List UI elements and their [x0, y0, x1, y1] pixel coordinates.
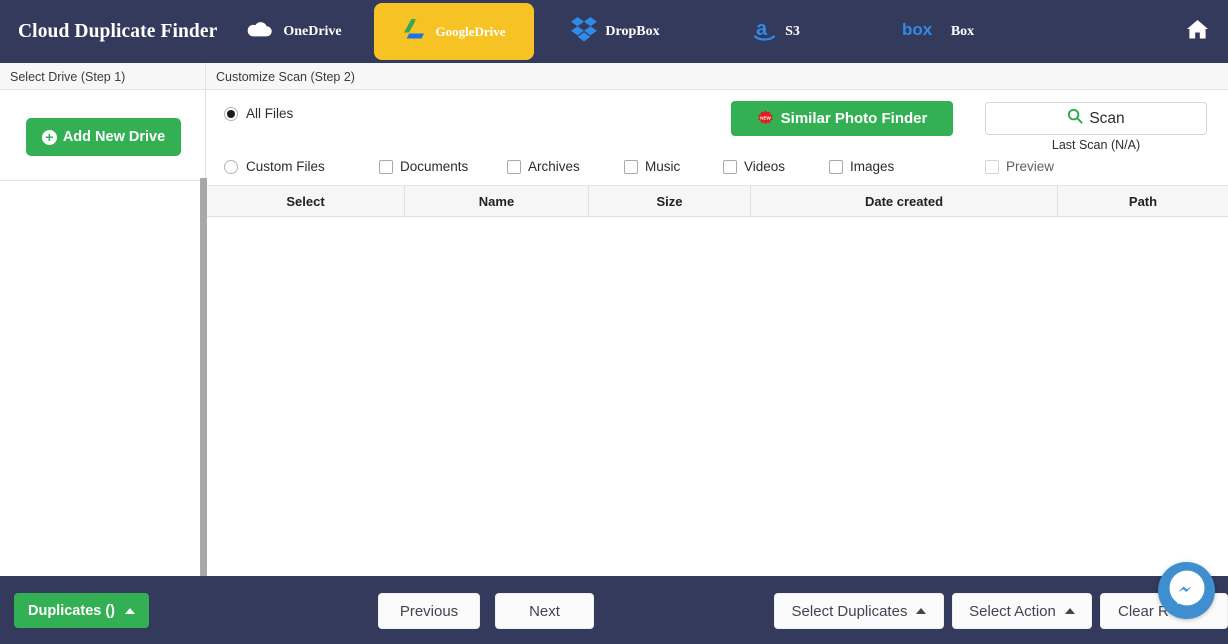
checkbox-documents[interactable]: Documents [379, 159, 468, 174]
cloud-provider-tabs: OneDrive GoogleDrive DropBox a S3 box Bo… [214, 0, 1020, 63]
select-duplicates-label: Select Duplicates [791, 602, 908, 620]
panel-divider [0, 180, 206, 181]
tab-box[interactable]: box Box [856, 4, 1020, 59]
dropbox-box-icon [570, 16, 598, 47]
amazon-a-icon: a [752, 16, 778, 47]
top-navigation-bar: Cloud Duplicate Finder OneDrive GoogleDr… [0, 0, 1228, 63]
checkbox-archives[interactable]: Archives [507, 159, 580, 174]
column-header-size[interactable]: Size [589, 186, 751, 217]
select-action-label: Select Action [969, 602, 1056, 620]
checkbox-videos-label: Videos [744, 159, 786, 174]
box-logo-icon: box [902, 19, 944, 44]
step-header-bar: Select Drive (Step 1) Customize Scan (St… [0, 63, 1228, 90]
scan-pane: All Files Custom Files Documents Archive… [207, 90, 1228, 576]
checkbox-preview-box[interactable] [985, 159, 999, 174]
last-scan-status: Last Scan (N/A) [1051, 138, 1141, 152]
plus-circle-icon: + [41, 129, 57, 145]
add-new-drive-button[interactable]: + Add New Drive [26, 118, 181, 156]
svg-text:a: a [756, 18, 768, 40]
caret-up-icon [1064, 608, 1075, 614]
checkbox-videos-box[interactable] [723, 159, 737, 174]
checkbox-images-label: Images [850, 159, 895, 174]
checkbox-images[interactable]: Images [829, 159, 894, 174]
radio-all-files-label: All Files [246, 106, 294, 121]
facebook-messenger-icon [1166, 567, 1208, 614]
svg-text:NEW: NEW [760, 115, 771, 120]
column-header-name[interactable]: Name [405, 186, 589, 217]
column-header-date-created[interactable]: Date created [751, 186, 1058, 217]
scan-button[interactable]: Scan [985, 102, 1207, 135]
next-label: Next [529, 602, 560, 620]
messenger-chat-button[interactable] [1158, 562, 1215, 619]
new-starburst-icon: NEW [757, 110, 774, 127]
column-header-path[interactable]: Path [1058, 186, 1228, 217]
similar-photo-finder-button[interactable]: NEW Similar Photo Finder [731, 101, 953, 136]
tab-googledrive[interactable]: GoogleDrive [374, 3, 534, 60]
checkbox-archives-box[interactable] [507, 159, 521, 174]
duplicates-label: Duplicates () [28, 602, 116, 619]
tab-onedrive-label: OneDrive [283, 23, 342, 39]
results-table-body [207, 217, 1228, 576]
home-button[interactable] [1180, 15, 1214, 49]
duplicates-dropdown-button[interactable]: Duplicates () [14, 593, 150, 628]
checkbox-preview-label: Preview [1006, 159, 1055, 174]
onedrive-cloud-icon [246, 20, 276, 44]
tab-googledrive-label: GoogleDrive [435, 24, 506, 39]
checkbox-documents-label: Documents [400, 159, 469, 174]
svg-text:box: box [902, 20, 933, 39]
tab-box-label: Box [950, 23, 975, 39]
tab-onedrive[interactable]: OneDrive [214, 4, 374, 59]
checkbox-music-label: Music [645, 159, 681, 174]
checkbox-music[interactable]: Music [624, 159, 680, 174]
checkbox-videos[interactable]: Videos [723, 159, 785, 174]
search-icon [1067, 108, 1083, 129]
checkbox-preview[interactable]: Preview [985, 159, 1054, 174]
radio-all-files-indicator[interactable] [224, 106, 238, 121]
app-root: Cloud Duplicate Finder OneDrive GoogleDr… [0, 0, 1228, 644]
tab-s3-label: S3 [785, 23, 800, 39]
tab-s3[interactable]: a S3 [696, 4, 856, 59]
similar-photo-finder-label: Similar Photo Finder [780, 110, 928, 127]
bottom-action-bar: Duplicates () Previous Next Select Dupli… [0, 576, 1228, 644]
step-2-label: Customize Scan (Step 2) [216, 69, 355, 84]
checkbox-music-box[interactable] [624, 159, 638, 174]
next-button[interactable]: Next [495, 593, 594, 629]
add-new-drive-label: Add New Drive [62, 129, 166, 145]
previous-button[interactable]: Previous [378, 593, 480, 629]
tab-dropbox-label: DropBox [605, 23, 660, 39]
tab-dropbox[interactable]: DropBox [534, 4, 696, 59]
checkbox-images-box[interactable] [829, 159, 843, 174]
caret-up-icon [125, 607, 136, 614]
googledrive-triangle-icon [402, 18, 428, 46]
home-icon [1186, 19, 1209, 45]
checkbox-documents-box[interactable] [379, 159, 393, 174]
step-1-label: Select Drive (Step 1) [0, 63, 206, 90]
select-duplicates-dropdown[interactable]: Select Duplicates [774, 593, 944, 629]
results-table-header: Select Name Size Date created Path [207, 186, 1228, 217]
app-brand-title: Cloud Duplicate Finder [18, 20, 218, 42]
scan-options-toolbar: All Files Custom Files Documents Archive… [207, 90, 1228, 186]
checkbox-archives-label: Archives [528, 159, 580, 174]
select-action-dropdown[interactable]: Select Action [952, 593, 1092, 629]
scan-button-label: Scan [1089, 109, 1125, 127]
previous-label: Previous [399, 602, 459, 620]
drive-list-panel: + Add New Drive [0, 90, 206, 576]
column-header-select[interactable]: Select [207, 186, 405, 217]
radio-all-files[interactable]: All Files [224, 106, 293, 121]
file-type-checkbox-group: Documents Archives Music Videos Images P… [207, 159, 1228, 179]
caret-up-icon [916, 608, 927, 614]
